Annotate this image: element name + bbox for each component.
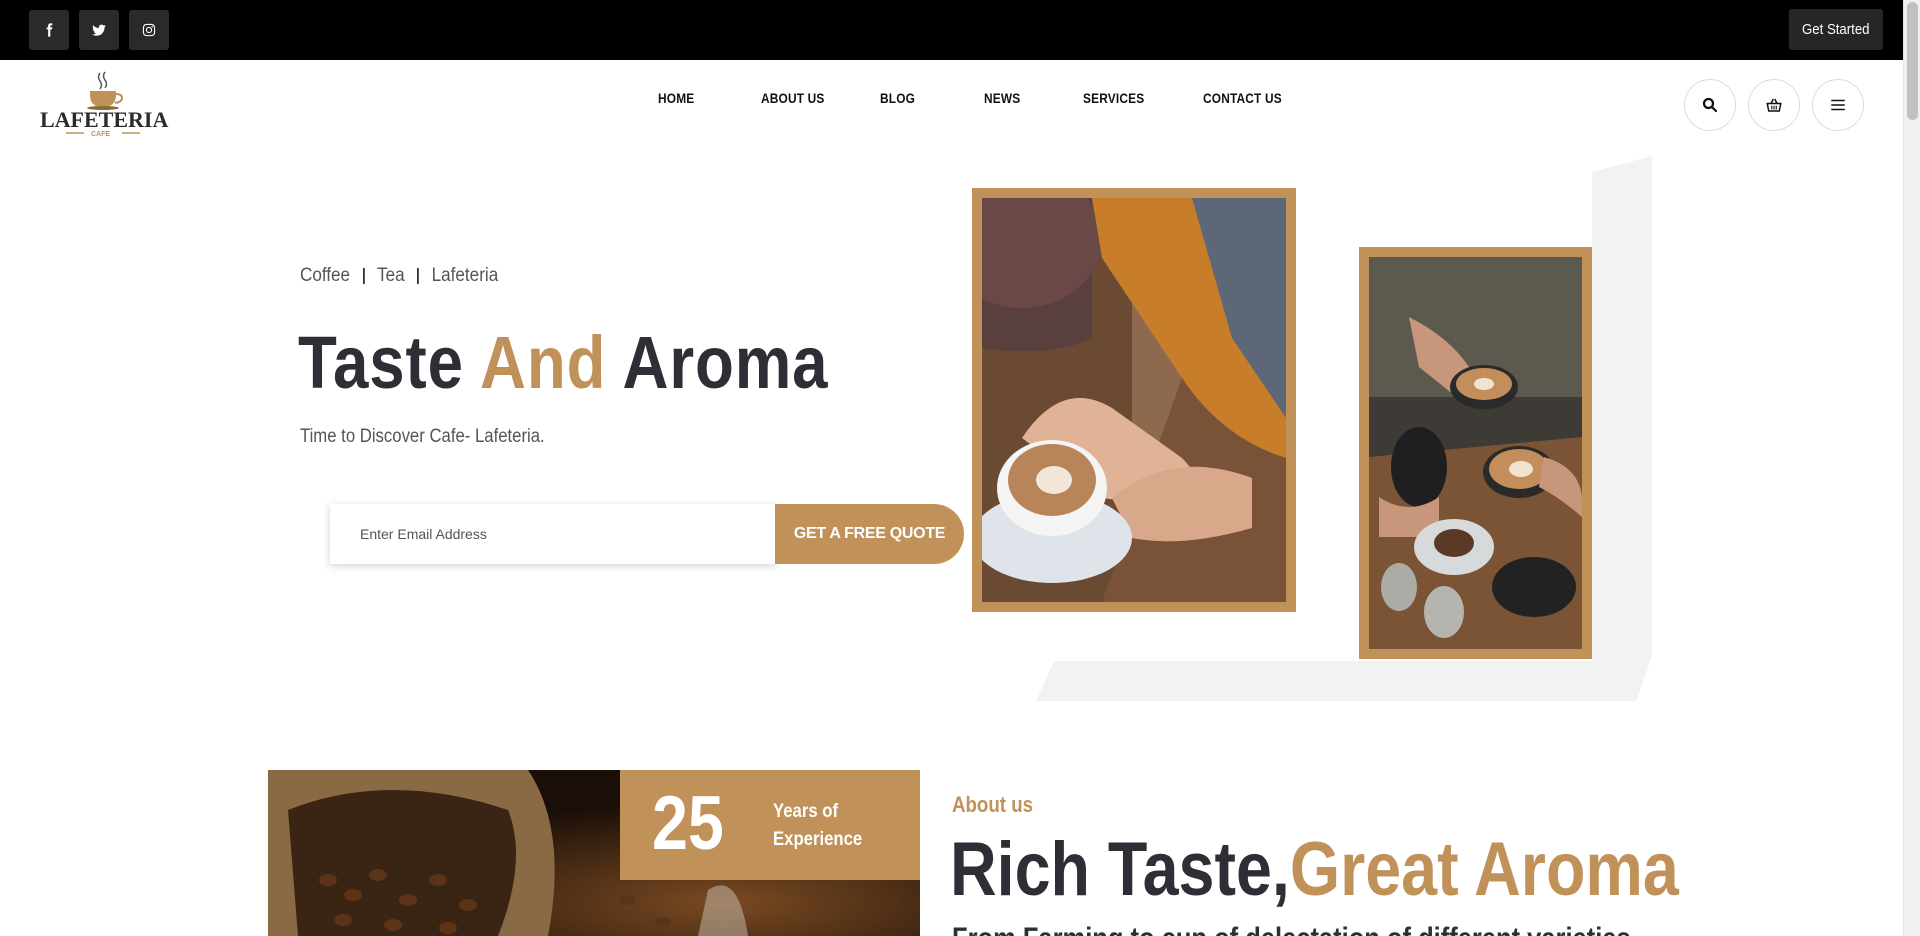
search-icon (1702, 97, 1718, 113)
hero-title-part2: Aroma (622, 321, 829, 404)
hero-photo-cheers (1369, 257, 1582, 649)
basket-icon (1766, 98, 1782, 112)
scrollbar-thumb[interactable] (1907, 2, 1918, 120)
page: Get Started LAFETERIA CAFE HOME ABOUT US… (0, 0, 1920, 936)
logo[interactable]: LAFETERIA CAFE (38, 70, 170, 138)
about-kicker: About us (952, 792, 1034, 817)
about-title-part1: Rich Taste, (950, 827, 1290, 912)
hero-title-part1: Taste (298, 321, 464, 404)
cart-button[interactable] (1748, 79, 1800, 131)
nav-home[interactable]: HOME (658, 90, 694, 106)
hero-title-accent: And (480, 321, 607, 404)
get-started-button[interactable]: Get Started (1789, 9, 1883, 50)
instagram-icon[interactable] (129, 10, 169, 50)
top-bar: Get Started (0, 0, 1903, 60)
main-nav: HOME ABOUT US BLOG NEWS SERVICES CONTACT… (658, 90, 1295, 106)
nav-contact-us[interactable]: CONTACT US (1203, 90, 1282, 106)
main-header: LAFETERIA CAFE HOME ABOUT US BLOG NEWS S… (0, 60, 1903, 148)
facebook-icon[interactable] (29, 10, 69, 50)
years-label-line2: Experience (773, 829, 863, 850)
tag-coffee: Coffee (300, 265, 351, 286)
hero-photo-frame-2 (1359, 247, 1592, 659)
years-label: Years of Experience (773, 798, 862, 854)
about-title-accent: Great Aroma (1289, 827, 1679, 912)
search-button[interactable] (1684, 79, 1736, 131)
nav-blog[interactable]: BLOG (880, 90, 915, 106)
nav-services[interactable]: SERVICES (1083, 90, 1144, 106)
hero-title: Taste And Aroma (298, 320, 828, 405)
tag-lafeteria: Lafeteria (431, 265, 499, 286)
divider (417, 268, 420, 284)
about-body-text: From Farming to cup of delectation of di… (952, 922, 1631, 936)
about-title: Rich Taste,Great Aroma (950, 826, 1679, 913)
svg-text:CAFE: CAFE (91, 131, 110, 136)
get-quote-button[interactable]: GET A FREE QUOTE (775, 504, 964, 564)
page-scrollbar[interactable] (1903, 0, 1920, 936)
quote-form: GET A FREE QUOTE (330, 504, 964, 564)
years-badge: 25 Years of Experience (620, 770, 920, 880)
menu-icon (1831, 99, 1845, 111)
hero-tagline: Coffee Tea Lafeteria (300, 265, 498, 287)
years-number: 25 (652, 781, 724, 866)
hero-subtitle: Time to Discover Cafe- Lafeteria. (300, 426, 545, 447)
nav-news[interactable]: NEWS (984, 90, 1020, 106)
tag-tea: Tea (377, 265, 405, 286)
nav-about-us[interactable]: ABOUT US (761, 90, 825, 106)
twitter-icon[interactable] (79, 10, 119, 50)
hero-photo-frame-1 (972, 188, 1296, 612)
years-label-line1: Years of (773, 801, 839, 822)
hero-photo-latte (982, 198, 1286, 602)
divider (362, 268, 365, 284)
email-input[interactable] (330, 504, 776, 564)
logo-brand-text: LAFETERIA (40, 107, 168, 132)
menu-button[interactable] (1812, 79, 1864, 131)
